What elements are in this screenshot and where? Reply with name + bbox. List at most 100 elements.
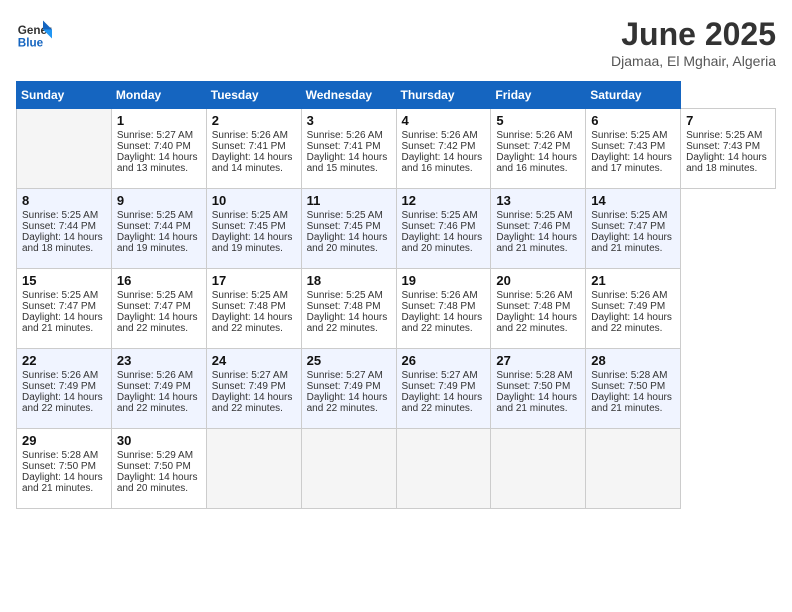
day-info-line: Sunset: 7:50 PM: [591, 381, 675, 392]
calendar-day-10: 10Sunrise: 5:25 AMSunset: 7:45 PMDayligh…: [206, 189, 301, 269]
day-number: 11: [307, 193, 391, 208]
day-info-line: Daylight: 14 hours: [496, 232, 580, 243]
day-number: 4: [402, 113, 486, 128]
day-info-line: Sunset: 7:49 PM: [117, 381, 201, 392]
calendar-day-9: 9Sunrise: 5:25 AMSunset: 7:44 PMDaylight…: [111, 189, 206, 269]
day-info-line: Sunrise: 5:26 AM: [117, 370, 201, 381]
day-info-line: Sunrise: 5:28 AM: [496, 370, 580, 381]
logo-icon: General Blue: [16, 16, 52, 52]
day-number: 6: [591, 113, 675, 128]
day-number: 20: [496, 273, 580, 288]
day-info-line: Sunset: 7:42 PM: [402, 141, 486, 152]
day-info-line: Sunset: 7:50 PM: [117, 461, 201, 472]
weekday-header-thursday: Thursday: [396, 82, 491, 109]
day-info-line: Daylight: 14 hours: [402, 152, 486, 163]
day-info-line: and 22 minutes.: [212, 403, 296, 414]
calendar-week-row: 8Sunrise: 5:25 AMSunset: 7:44 PMDaylight…: [17, 189, 776, 269]
calendar-day-22: 22Sunrise: 5:26 AMSunset: 7:49 PMDayligh…: [17, 349, 112, 429]
month-title: June 2025: [611, 16, 776, 53]
calendar-table: SundayMondayTuesdayWednesdayThursdayFrid…: [16, 81, 776, 509]
day-info-line: and 21 minutes.: [591, 403, 675, 414]
day-info-line: Sunrise: 5:28 AM: [22, 450, 106, 461]
day-number: 18: [307, 273, 391, 288]
day-info-line: and 21 minutes.: [22, 323, 106, 334]
day-info-line: Daylight: 14 hours: [591, 392, 675, 403]
day-number: 8: [22, 193, 106, 208]
day-info-line: Sunset: 7:41 PM: [307, 141, 391, 152]
day-info-line: and 18 minutes.: [22, 243, 106, 254]
day-info-line: and 22 minutes.: [307, 403, 391, 414]
day-info-line: Daylight: 14 hours: [22, 312, 106, 323]
day-info-line: and 14 minutes.: [212, 163, 296, 174]
day-info-line: Sunrise: 5:27 AM: [117, 130, 201, 141]
weekday-header-saturday: Saturday: [586, 82, 681, 109]
day-info-line: Sunset: 7:40 PM: [117, 141, 201, 152]
day-info-line: Daylight: 14 hours: [117, 392, 201, 403]
day-number: 29: [22, 433, 106, 448]
day-number: 28: [591, 353, 675, 368]
calendar-day-6: 6Sunrise: 5:25 AMSunset: 7:43 PMDaylight…: [586, 109, 681, 189]
day-info-line: and 21 minutes.: [22, 483, 106, 494]
day-number: 12: [402, 193, 486, 208]
day-info-line: Daylight: 14 hours: [117, 312, 201, 323]
day-info-line: and 22 minutes.: [496, 323, 580, 334]
day-info-line: Sunset: 7:44 PM: [117, 221, 201, 232]
day-info-line: and 13 minutes.: [117, 163, 201, 174]
day-number: 13: [496, 193, 580, 208]
day-info-line: Daylight: 14 hours: [496, 312, 580, 323]
day-info-line: Sunrise: 5:26 AM: [496, 130, 580, 141]
day-info-line: and 21 minutes.: [591, 243, 675, 254]
day-number: 24: [212, 353, 296, 368]
day-info-line: Sunrise: 5:27 AM: [212, 370, 296, 381]
day-info-line: Sunset: 7:47 PM: [117, 301, 201, 312]
day-info-line: Sunset: 7:43 PM: [591, 141, 675, 152]
calendar-day-23: 23 Sunrise: 5:26 AMSunset: 7:49 PMDayligh…: [111, 349, 206, 429]
day-info-line: Sunset: 7:44 PM: [22, 221, 106, 232]
day-info-line: Daylight: 14 hours: [212, 392, 296, 403]
day-number: 2: [212, 113, 296, 128]
day-info-line: Daylight: 14 hours: [591, 152, 675, 163]
day-info-line: Sunset: 7:42 PM: [496, 141, 580, 152]
calendar-day-27: 27Sunrise: 5:28 AMSunset: 7:50 PMDayligh…: [491, 349, 586, 429]
day-info-line: and 20 minutes.: [117, 483, 201, 494]
calendar-week-row: 15Sunrise: 5:25 AMSunset: 7:47 PMDayligh…: [17, 269, 776, 349]
calendar-day-2: 2Sunrise: 5:26 AMSunset: 7:41 PMDaylight…: [206, 109, 301, 189]
day-info-line: Sunset: 7:48 PM: [212, 301, 296, 312]
day-info-line: Sunrise: 5:25 AM: [402, 210, 486, 221]
day-number: 7: [686, 113, 770, 128]
day-info-line: Daylight: 14 hours: [496, 392, 580, 403]
day-info-line: Daylight: 14 hours: [402, 232, 486, 243]
day-number: 15: [22, 273, 106, 288]
day-info-line: Sunset: 7:49 PM: [591, 301, 675, 312]
calendar-day-20: 20Sunrise: 5:26 AMSunset: 7:48 PMDayligh…: [491, 269, 586, 349]
calendar-day-3: 3Sunrise: 5:26 AMSunset: 7:41 PMDaylight…: [301, 109, 396, 189]
day-number: 30: [117, 433, 201, 448]
day-info-line: and 22 minutes.: [22, 403, 106, 414]
day-info-line: Daylight: 14 hours: [402, 392, 486, 403]
day-number: 26: [402, 353, 486, 368]
day-info-line: Daylight: 14 hours: [212, 152, 296, 163]
day-info-line: and 16 minutes.: [402, 163, 486, 174]
calendar-day-14: 14Sunrise: 5:25 AMSunset: 7:47 PMDayligh…: [586, 189, 681, 269]
day-info-line: Sunrise: 5:25 AM: [22, 290, 106, 301]
day-info-line: Daylight: 14 hours: [686, 152, 770, 163]
day-info-line: Sunrise: 5:25 AM: [307, 290, 391, 301]
day-info-line: Sunrise: 5:25 AM: [496, 210, 580, 221]
day-info-line: and 17 minutes.: [591, 163, 675, 174]
calendar-day-28: 28Sunrise: 5:28 AMSunset: 7:50 PMDayligh…: [586, 349, 681, 429]
page-header: General Blue June 2025 Djamaa, El Mghair…: [16, 16, 776, 69]
day-info-line: and 22 minutes.: [307, 323, 391, 334]
day-info-line: Sunrise: 5:25 AM: [117, 210, 201, 221]
calendar-day-26: 26Sunrise: 5:27 AMSunset: 7:49 PMDayligh…: [396, 349, 491, 429]
day-number: 23: [117, 353, 201, 368]
day-info-line: Sunrise: 5:25 AM: [307, 210, 391, 221]
day-info-line: and 22 minutes.: [212, 323, 296, 334]
calendar-day-29: 29Sunrise: 5:28 AMSunset: 7:50 PMDayligh…: [17, 429, 112, 509]
day-info-line: Daylight: 14 hours: [496, 152, 580, 163]
day-info-line: Sunset: 7:48 PM: [307, 301, 391, 312]
day-info-line: and 19 minutes.: [117, 243, 201, 254]
calendar-day-30: 30Sunrise: 5:29 AMSunset: 7:50 PMDayligh…: [111, 429, 206, 509]
weekday-header-sunday: Sunday: [17, 82, 112, 109]
day-info-line: Sunrise: 5:25 AM: [591, 210, 675, 221]
day-info-line: Daylight: 14 hours: [22, 232, 106, 243]
